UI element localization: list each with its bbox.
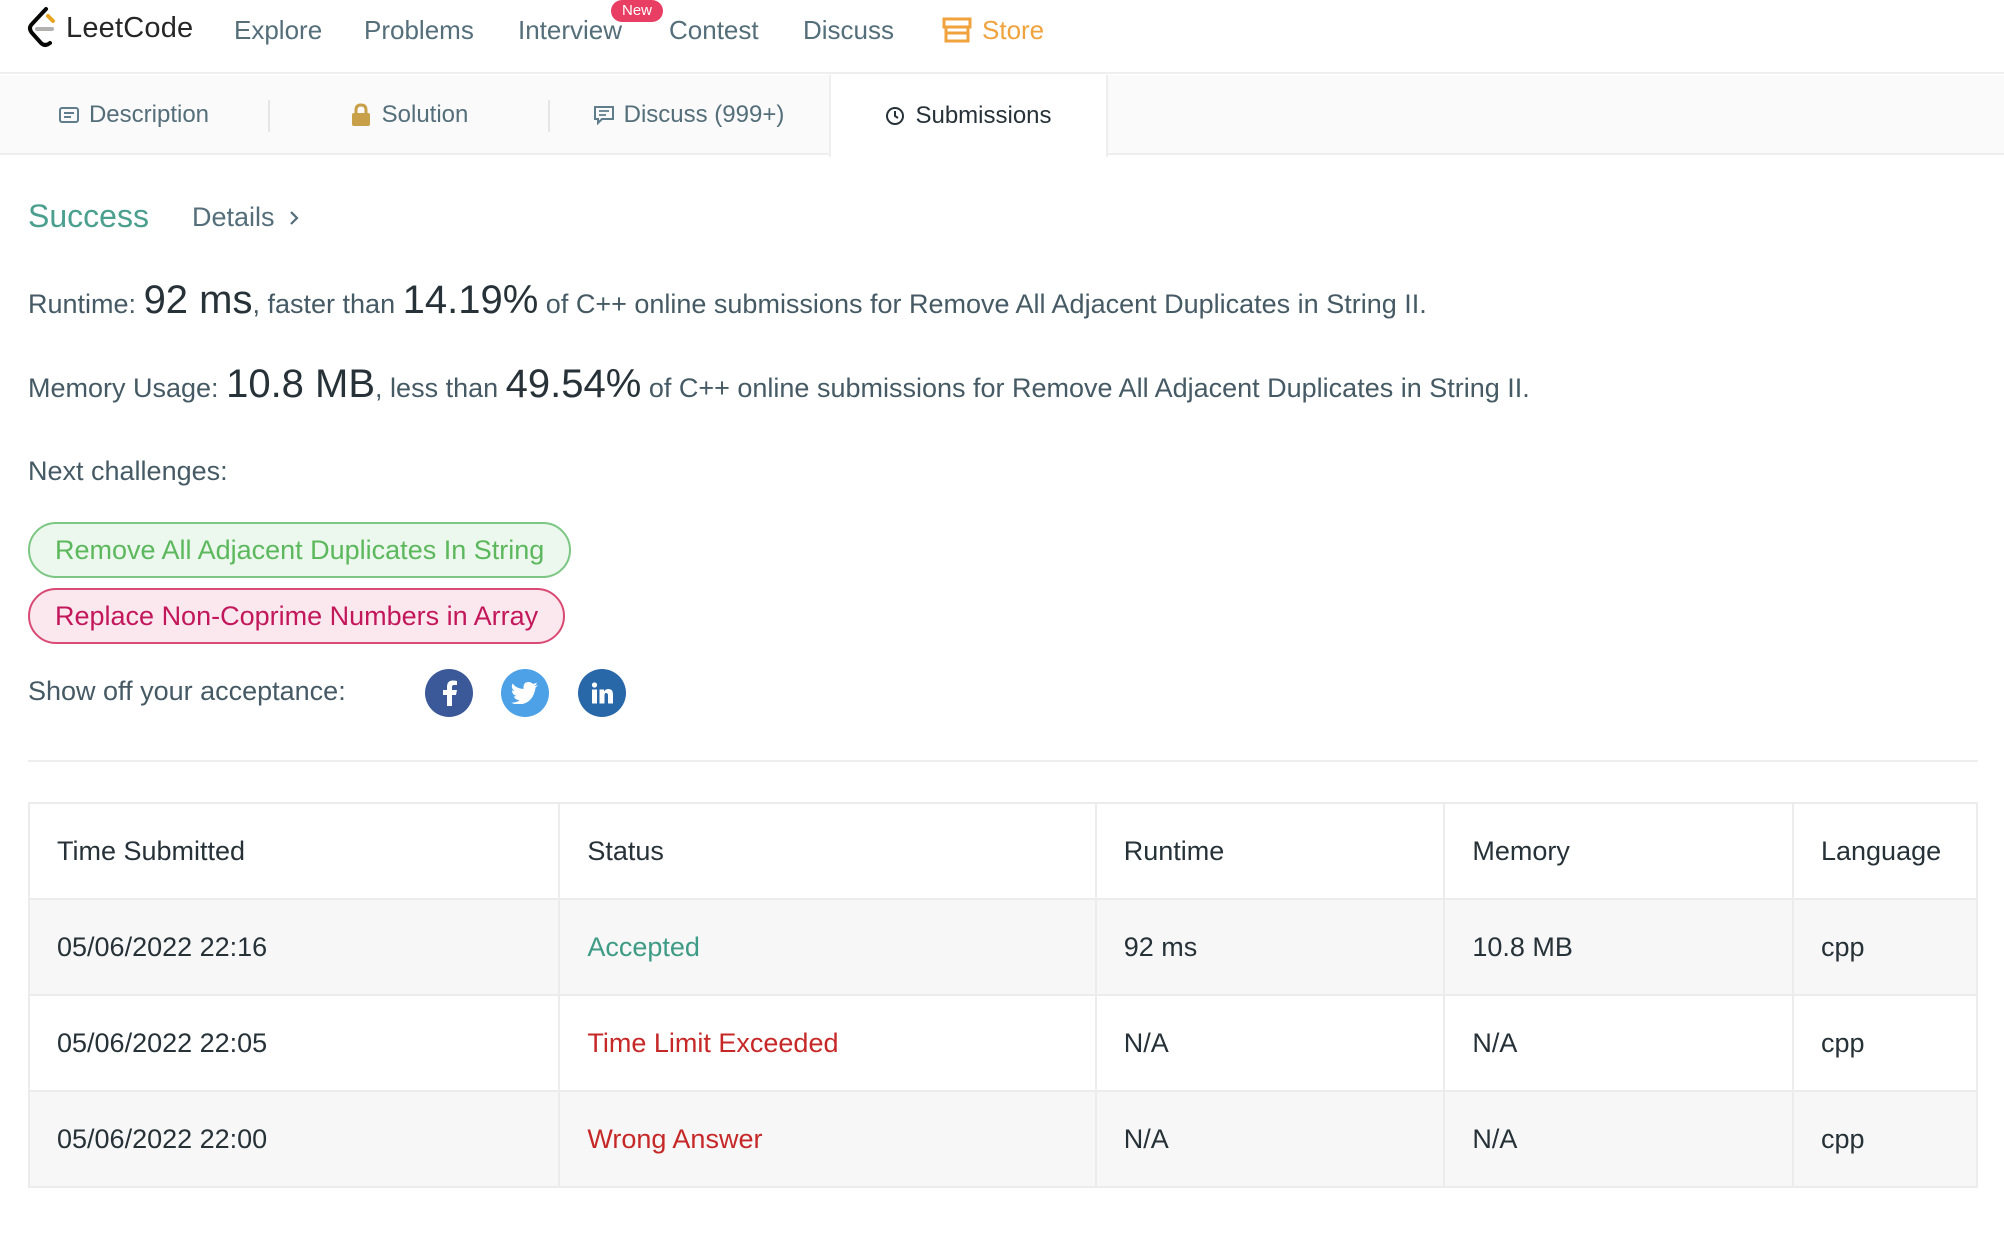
tab-description[interactable]: Description [0, 75, 268, 155]
share-label: Show off your acceptance: [28, 676, 346, 706]
memory-tail: of C++ online submissions for Remove All… [648, 373, 1530, 403]
status-link-wrong-answer[interactable]: Wrong Answer [558, 1090, 1097, 1188]
runtime-stat: Runtime: 92 ms, faster than 14.19% of C+… [28, 278, 1427, 323]
cell-time: 05/06/2022 22:05 [27, 994, 561, 1092]
twitter-share-button[interactable] [501, 669, 549, 717]
section-divider [28, 760, 1978, 762]
nav-explore[interactable]: Explore [234, 12, 322, 48]
runtime-tail: of C++ online submissions for Remove All… [545, 289, 1427, 319]
nav-contest[interactable]: Contest [669, 12, 759, 48]
cell-memory: N/A [1443, 1090, 1794, 1188]
twitter-icon [511, 682, 538, 704]
cell-runtime: N/A [1094, 1090, 1446, 1188]
cell-language: cpp [1791, 898, 1979, 996]
runtime-mid: , faster than [252, 289, 396, 319]
cell-memory: N/A [1443, 994, 1794, 1092]
header-runtime[interactable]: Runtime [1094, 802, 1446, 900]
cell-runtime: N/A [1094, 994, 1446, 1092]
logo-text: LeetCode [66, 11, 194, 44]
cell-memory: 10.8 MB [1443, 898, 1794, 996]
table-row: 05/06/2022 22:16 Accepted 92 ms 10.8 MB … [27, 898, 1979, 996]
facebook-icon [443, 680, 457, 706]
runtime-label: Runtime: [28, 289, 137, 319]
challenge-chip-hard[interactable]: Replace Non-Coprime Numbers in Array [28, 588, 566, 644]
tab-submissions-label: Submissions [915, 102, 1052, 129]
lock-icon [351, 103, 370, 126]
memory-percent: 49.54% [505, 362, 642, 406]
status-link-tle[interactable]: Time Limit Exceeded [558, 994, 1097, 1092]
cell-time: 05/06/2022 22:00 [27, 1090, 561, 1188]
details-link[interactable]: Details [192, 202, 299, 233]
problem-tabs: Description Solution Discuss (999+) Subm… [0, 75, 2004, 157]
memory-value: 10.8 MB [226, 362, 376, 406]
tab-discuss[interactable]: Discuss (999+) [550, 75, 828, 155]
top-navbar: LeetCode Explore Problems Interview New … [0, 0, 2004, 74]
comment-icon [593, 106, 614, 125]
status-link-accepted[interactable]: Accepted [558, 898, 1097, 996]
tab-discuss-label: Discuss (999+) [623, 101, 785, 128]
nav-store[interactable]: Store [942, 12, 1044, 48]
header-language[interactable]: Language [1791, 802, 1979, 900]
cell-runtime: 92 ms [1094, 898, 1446, 996]
submissions-table: Time Submitted Status Runtime Memory Lan… [27, 802, 1979, 1188]
details-label: Details [192, 202, 275, 232]
leetcode-logo-icon [28, 7, 55, 47]
header-time-submitted[interactable]: Time Submitted [27, 802, 561, 900]
result-status: Success [28, 198, 149, 234]
nav-discuss[interactable]: Discuss [803, 12, 894, 48]
memory-stat: Memory Usage: 10.8 MB, less than 49.54% … [28, 362, 1530, 407]
table-header-row: Time Submitted Status Runtime Memory Lan… [27, 802, 1979, 900]
description-icon [58, 107, 79, 123]
store-icon [942, 17, 972, 43]
tab-submissions[interactable]: Submissions [829, 75, 1108, 157]
linkedin-icon [591, 682, 613, 704]
runtime-value: 92 ms [143, 278, 253, 322]
runtime-percent: 14.19% [402, 278, 539, 322]
nav-interview[interactable]: Interview [518, 12, 622, 48]
table-row: 05/06/2022 22:00 Wrong Answer N/A N/A cp… [27, 1090, 1979, 1188]
table-row: 05/06/2022 22:05 Time Limit Exceeded N/A… [27, 994, 1979, 1092]
cell-time: 05/06/2022 22:16 [27, 898, 561, 996]
cell-language: cpp [1791, 994, 1979, 1092]
nav-problems[interactable]: Problems [364, 12, 474, 48]
challenge-chip-easy[interactable]: Remove All Adjacent Duplicates In String [28, 522, 572, 578]
header-memory[interactable]: Memory [1443, 802, 1794, 900]
header-status[interactable]: Status [558, 802, 1097, 900]
linkedin-share-button[interactable] [578, 669, 626, 717]
next-challenges-label: Next challenges: [28, 456, 228, 486]
memory-mid: , less than [375, 373, 499, 403]
cell-language: cpp [1791, 1090, 1979, 1188]
memory-label: Memory Usage: [28, 373, 219, 403]
tab-description-label: Description [88, 101, 210, 128]
new-badge: New [611, 0, 663, 22]
clock-icon [886, 107, 905, 125]
tab-solution[interactable]: Solution [270, 75, 548, 155]
chevron-right-icon [289, 210, 299, 225]
facebook-share-button[interactable] [425, 669, 473, 717]
store-label: Store [982, 15, 1045, 45]
leetcode-logo[interactable]: LeetCode [26, 6, 193, 50]
tab-solution-label: Solution [381, 101, 469, 128]
